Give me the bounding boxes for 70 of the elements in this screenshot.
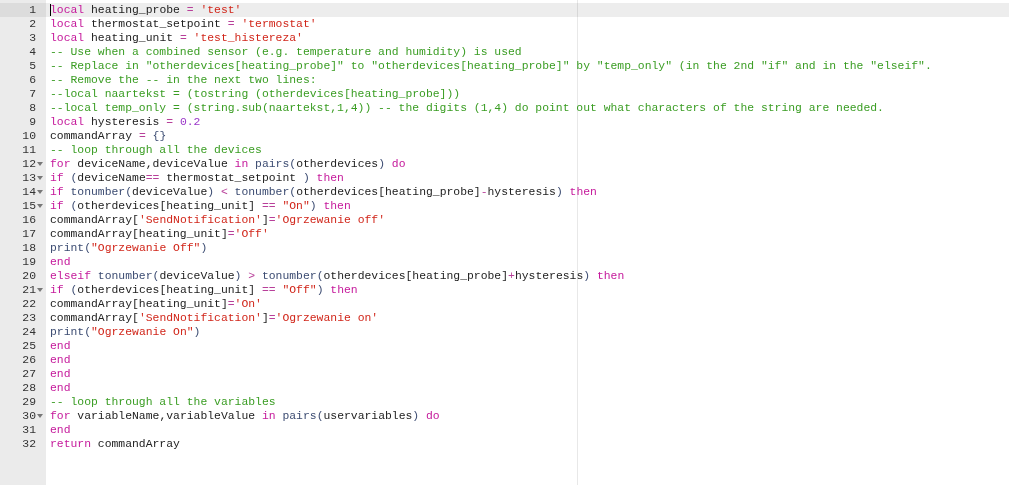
code-line: if tonumber(deviceValue) < tonumber(otherdevices[heating_probe]-hysteresis) then xyxy=(49,185,598,199)
line-number: 13 xyxy=(22,171,36,185)
line-number: 25 xyxy=(22,339,36,353)
fold-icon[interactable] xyxy=(37,175,43,181)
code-line: return commandArray xyxy=(49,437,181,451)
line-number: 14 xyxy=(22,185,36,199)
line-number: 32 xyxy=(22,437,36,451)
text-cursor xyxy=(50,4,51,16)
line-number: 28 xyxy=(22,381,36,395)
line-number: 12 xyxy=(22,157,36,171)
line-number: 9 xyxy=(29,115,36,129)
code-line: if (otherdevices[heating_unit] == "On") then xyxy=(49,199,352,213)
line-number: 27 xyxy=(22,367,36,381)
fold-icon[interactable] xyxy=(37,203,43,209)
line-number: 19 xyxy=(22,255,36,269)
line-number: 3 xyxy=(29,31,36,45)
line-number: 30 xyxy=(22,409,36,423)
code-line: end xyxy=(49,367,72,381)
code-line: elseif tonumber(deviceValue) > tonumber(otherdevices[heating_probe]+hysteresis) then xyxy=(49,269,626,283)
fold-icon[interactable] xyxy=(37,161,43,167)
line-number: 26 xyxy=(22,353,36,367)
code-line: local heating_unit = 'test_histereza' xyxy=(49,31,304,45)
code-line: commandArray['SendNotification']='Ogrzewanie off' xyxy=(49,213,386,227)
code-line: --local naartekst = (tostring (otherdevices[heating_probe])) xyxy=(49,87,462,101)
code-line: commandArray = {} xyxy=(49,129,168,143)
code-line: commandArray[heating_unit]='Off' xyxy=(49,227,270,241)
line-number: 17 xyxy=(22,227,36,241)
line-number: 29 xyxy=(22,395,36,409)
line-number: 16 xyxy=(22,213,36,227)
code-line: -- Replace in "otherdevices[heating_probe]" to "otherdevices[heating_probe]" by "temp_only" (in the 2nd "if" and in the "elseif". xyxy=(49,59,933,73)
code-line: print("Ogrzewanie On") xyxy=(49,325,202,339)
code-line: end xyxy=(49,423,72,437)
code-line: for variableName,variableValue in pairs(uservariables) do xyxy=(49,409,441,423)
code-line: -- Use when a combined sensor (e.g. temperature and humidity) is used xyxy=(49,45,523,59)
code-line: end xyxy=(49,353,72,367)
code-line: commandArray['SendNotification']='Ogrzewanie on' xyxy=(49,311,380,325)
line-number: 4 xyxy=(29,45,36,59)
code-line: -- loop through all the devices xyxy=(49,143,263,157)
line-number: 21 xyxy=(22,283,36,297)
line-number: 15 xyxy=(22,199,36,213)
code-line: commandArray[heating_unit]='On' xyxy=(49,297,263,311)
line-number: 7 xyxy=(29,87,36,101)
line-number: 5 xyxy=(29,59,36,73)
line-number: 31 xyxy=(22,423,36,437)
line-number: 1 xyxy=(29,3,36,17)
fold-icon[interactable] xyxy=(37,413,43,419)
line-number: 6 xyxy=(29,73,36,87)
code-line: -- Remove the -- in the next two lines: xyxy=(49,73,318,87)
line-number: 2 xyxy=(29,17,36,31)
code-line: -- loop through all the variables xyxy=(49,395,277,409)
code-line: end xyxy=(49,339,72,353)
code-line: if (otherdevices[heating_unit] == "Off") then xyxy=(49,283,359,297)
fold-icon[interactable] xyxy=(37,287,43,293)
line-number: 18 xyxy=(22,241,36,255)
code-line: for deviceName,deviceValue in pairs(otherdevices) do xyxy=(49,157,407,171)
code-line: local hysteresis = 0.2 xyxy=(49,115,202,129)
code-line: local thermostat_setpoint = 'termostat' xyxy=(49,17,318,31)
code-line: if (deviceName== thermostat_setpoint ) then xyxy=(49,171,345,185)
line-number: 22 xyxy=(22,297,36,311)
line-number: 10 xyxy=(22,129,36,143)
code-line: --local temp_only = (string.sub(naartekst,1,4)) -- the digits (1,4) do point out what characters of the string are needed. xyxy=(49,101,885,115)
code-line: end xyxy=(49,255,72,269)
line-number: 11 xyxy=(22,143,36,157)
code-line: print("Ogrzewanie Off") xyxy=(49,241,209,255)
line-number: 23 xyxy=(22,311,36,325)
line-number: 8 xyxy=(29,101,36,115)
line-number: 20 xyxy=(22,269,36,283)
line-number: 24 xyxy=(22,325,36,339)
fold-icon[interactable] xyxy=(37,189,43,195)
code-line: end xyxy=(49,381,72,395)
